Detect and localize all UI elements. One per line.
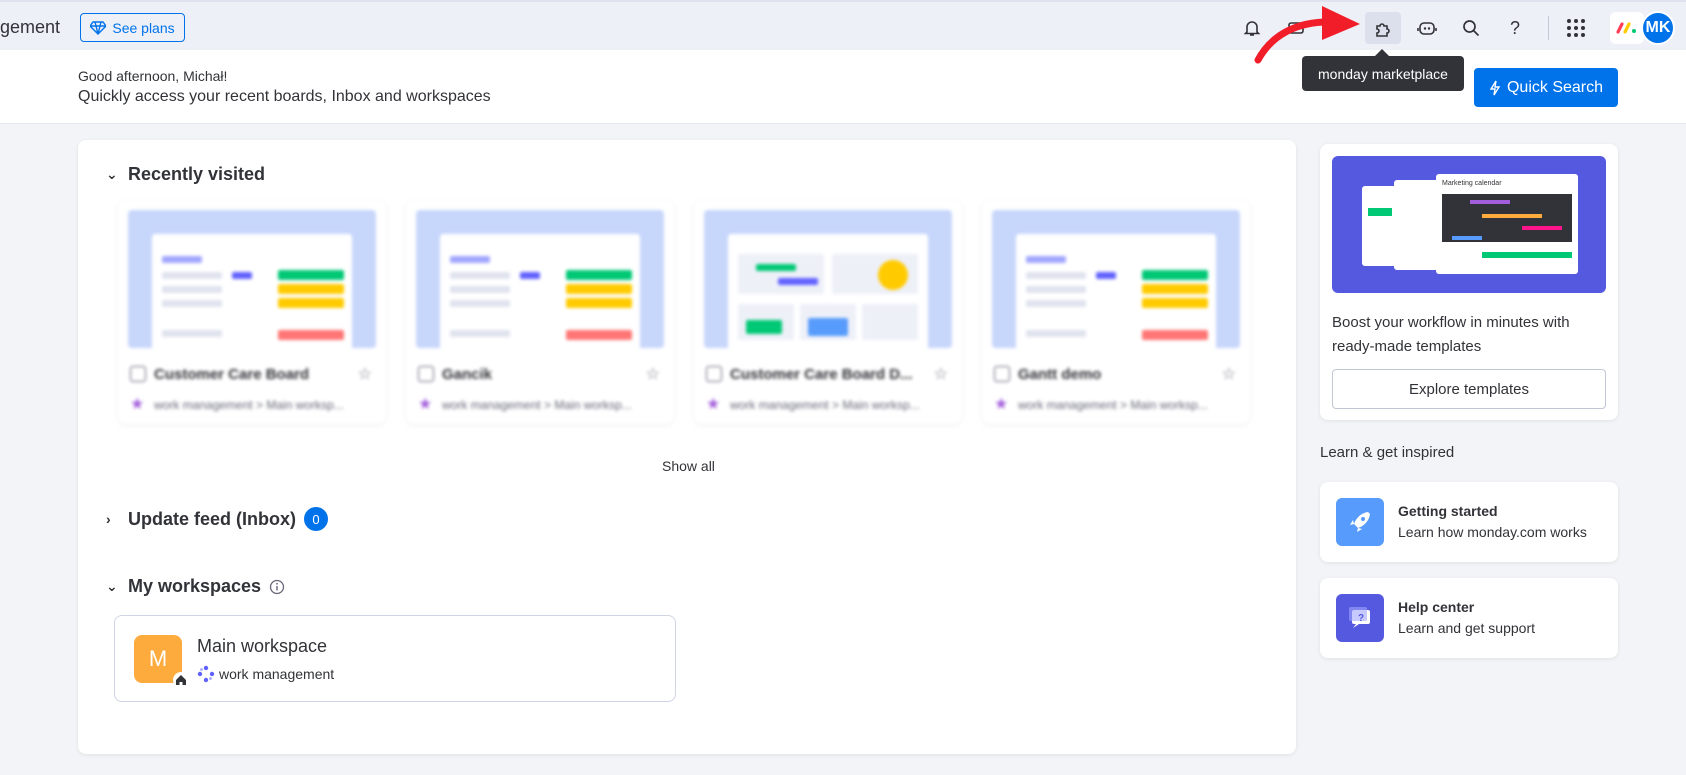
user-avatar[interactable]: MK — [1641, 11, 1675, 45]
board-thumbnail — [416, 210, 664, 348]
help-center-title: Help center — [1398, 599, 1475, 615]
getting-started-card[interactable]: Getting started Learn how monday.com wor… — [1320, 482, 1618, 562]
divider — [1548, 16, 1549, 40]
templates-card: Marketing calendar Boost your workflow i… — [1320, 144, 1618, 420]
star-icon[interactable]: ☆ — [1222, 364, 1236, 384]
main-content-card: ⌄ Recently visited Customer Care Board ☆… — [78, 140, 1296, 754]
inbox-count-badge: 0 — [304, 507, 329, 531]
ai-assistant-button[interactable] — [1409, 12, 1445, 44]
help-center-subtitle: Learn and get support — [1398, 620, 1535, 636]
red-arrow-annotation — [1254, 6, 1360, 64]
update-feed-title: Update feed (Inbox) — [128, 508, 297, 529]
product-name: gement — [0, 17, 61, 37]
recently-visited-header[interactable]: ⌄ Recently visited — [106, 164, 265, 185]
robot-icon — [1417, 22, 1437, 35]
workspace-icon: ★ — [994, 396, 1009, 413]
board-path: work management > Main worksp... — [442, 398, 632, 412]
board-card[interactable]: Gancik ☆ ★ work management > Main worksp… — [406, 200, 674, 424]
board-name: Customer Care Board — [154, 366, 310, 383]
explore-templates-button[interactable]: Explore templates — [1332, 369, 1606, 409]
top-bar: gement See plans ? MK — [0, 0, 1686, 50]
templates-preview-image: Marketing calendar — [1332, 156, 1606, 293]
apps-button[interactable] — [1558, 12, 1594, 44]
marketplace-button[interactable] — [1365, 12, 1401, 44]
templates-preview-label: Marketing calendar — [1442, 180, 1502, 187]
work-management-icon — [197, 665, 215, 683]
star-icon[interactable]: ☆ — [934, 364, 948, 384]
chevron-down-icon: ⌄ — [106, 578, 118, 594]
recently-visited-title: Recently visited — [128, 164, 266, 184]
home-icon — [173, 672, 189, 688]
greeting-subtitle: Quickly access your recent boards, Inbox… — [78, 88, 491, 105]
quick-search-button[interactable]: Quick Search — [1474, 68, 1618, 107]
getting-started-subtitle: Learn how monday.com works — [1398, 524, 1587, 540]
workspace-icon: ★ — [706, 396, 721, 413]
board-path: work management > Main worksp... — [730, 398, 920, 412]
board-thumbnail — [128, 210, 376, 348]
search-button[interactable] — [1453, 12, 1489, 44]
monday-logo-icon — [1616, 22, 1636, 34]
board-path: work management > Main worksp... — [154, 398, 344, 412]
workspace-name: Main workspace — [197, 636, 328, 656]
show-all-link[interactable]: Show all — [662, 458, 715, 474]
getting-started-title: Getting started — [1398, 503, 1498, 519]
help-center-card[interactable]: ? Help center Learn and get support — [1320, 578, 1618, 658]
chevron-right-icon: › — [106, 511, 111, 527]
update-feed-header[interactable]: › Update feed (Inbox) 0 — [106, 507, 329, 531]
templates-description: Boost your workflow in minutes with read… — [1332, 314, 1570, 355]
greeting-text: Good afternoon, Michał! — [78, 68, 228, 84]
board-path: work management > Main worksp... — [1018, 398, 1208, 412]
diamond-icon — [90, 20, 107, 35]
svg-text:?: ? — [1358, 613, 1364, 624]
board-card[interactable]: Gantt demo ☆ ★ work management > Main wo… — [982, 200, 1250, 424]
workspace-icon: ★ — [418, 396, 433, 413]
board-thumbnail — [992, 210, 1240, 348]
board-icon — [706, 366, 722, 382]
info-icon[interactable] — [269, 579, 285, 595]
chevron-down-icon: ⌄ — [106, 166, 118, 182]
workspaces-header[interactable]: ⌄ My workspaces — [106, 576, 285, 597]
see-plans-label: See plans — [112, 19, 175, 36]
board-icon — [130, 366, 146, 382]
puzzle-icon — [1376, 23, 1390, 37]
grid-icon — [1567, 19, 1585, 37]
see-plans-button[interactable]: See plans — [80, 13, 185, 42]
board-name: Gancik — [442, 366, 493, 383]
learn-section-title: Learn & get inspired — [1320, 444, 1455, 461]
star-icon[interactable]: ☆ — [358, 364, 372, 384]
help-button[interactable]: ? — [1497, 12, 1533, 44]
board-name: Customer Care Board D... — [730, 366, 913, 383]
help-chat-icon: ? — [1336, 594, 1384, 642]
star-icon[interactable]: ☆ — [646, 364, 660, 384]
workspaces-title: My workspaces — [128, 576, 262, 596]
workspace-icon: ★ — [130, 396, 145, 413]
board-icon — [418, 366, 434, 382]
rocket-icon — [1336, 498, 1384, 546]
board-thumbnail — [704, 210, 952, 348]
board-name: Gantt demo — [1018, 366, 1102, 383]
search-icon — [1463, 20, 1480, 37]
workspace-card[interactable]: M Main workspace work management — [114, 615, 676, 702]
monday-logo — [1610, 12, 1644, 44]
board-card[interactable]: Customer Care Board ☆ ★ work management … — [118, 200, 386, 424]
board-card[interactable]: Customer Care Board D... ☆ ★ work manage… — [694, 200, 962, 424]
lightning-icon — [1489, 80, 1501, 95]
board-icon — [994, 366, 1010, 382]
workspace-type: work management — [219, 666, 335, 682]
question-icon: ? — [1509, 17, 1520, 38]
quick-search-label: Quick Search — [1506, 78, 1604, 96]
